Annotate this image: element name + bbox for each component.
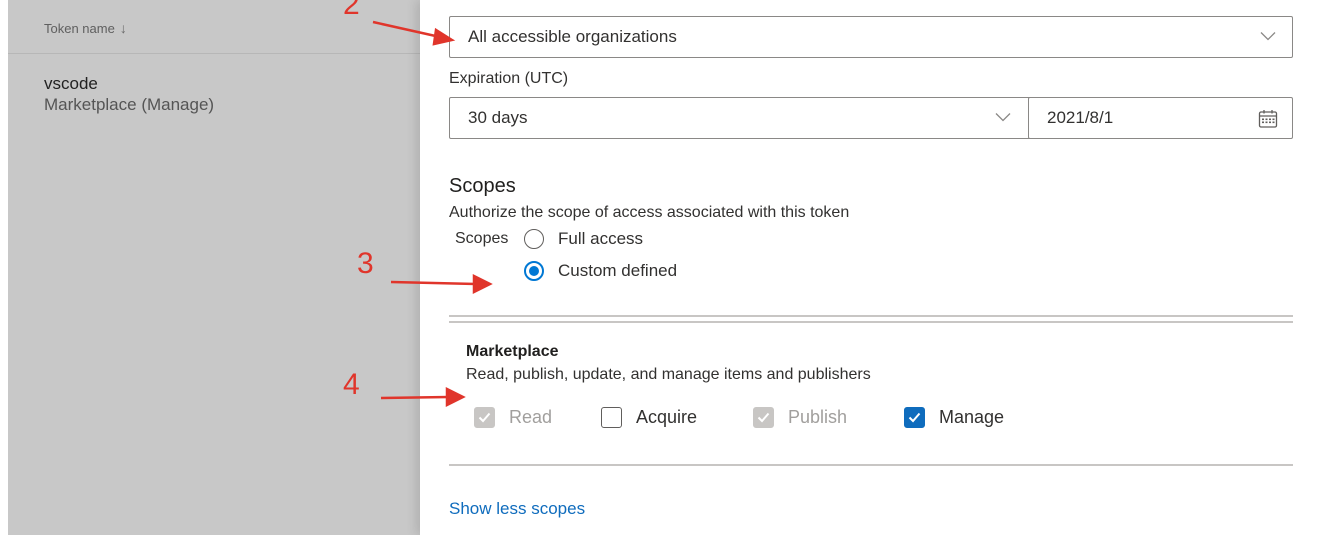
annotation-step-2: 2 — [343, 0, 360, 21]
column-header-label: Token name — [44, 21, 115, 36]
checkbox-publish: Publish — [753, 407, 847, 428]
edit-token-panel: All accessible organizations Expiration … — [420, 0, 1320, 535]
expiration-duration-value: 30 days — [468, 108, 528, 127]
left-edge — [0, 0, 8, 535]
expiration-label: Expiration (UTC) — [449, 70, 569, 87]
checkbox-read-label: Read — [509, 407, 553, 427]
checkbox-checked-icon[interactable] — [904, 407, 925, 428]
chevron-down-icon — [1260, 32, 1276, 41]
calendar-icon[interactable] — [1258, 109, 1278, 129]
radio-unselected-icon[interactable] — [524, 229, 544, 249]
radio-selected-icon[interactable] — [524, 261, 544, 281]
show-less-scopes-link[interactable]: Show less scopes — [449, 499, 585, 519]
scopes-description: Authorize the scope of access associated… — [449, 204, 850, 221]
checkbox-unchecked-icon[interactable] — [601, 407, 622, 428]
checkbox-acquire-label: Acquire — [636, 407, 698, 427]
checkbox-manage[interactable]: Manage — [904, 407, 1004, 428]
scopes-title: Scopes — [449, 175, 516, 197]
expiration-date-field[interactable]: 2021/8/1 — [1028, 97, 1293, 139]
marketplace-scope-description: Read, publish, update, and manage items … — [466, 366, 871, 383]
checkbox-checked-disabled-icon — [474, 407, 495, 428]
organization-dropdown[interactable]: All accessible organizations — [449, 16, 1293, 58]
radio-full-access[interactable]: Full access — [524, 229, 643, 249]
radio-custom-defined[interactable]: Custom defined — [524, 261, 677, 281]
checkbox-read: Read — [474, 407, 552, 428]
scopes-group-label: Scopes — [455, 230, 509, 247]
section-divider-bottom — [449, 464, 1293, 466]
checkbox-checked-disabled-icon — [753, 407, 774, 428]
expiration-date-value: 2021/8/1 — [1047, 108, 1114, 127]
chevron-down-icon — [995, 113, 1011, 122]
checkbox-manage-label: Manage — [939, 407, 1005, 427]
marketplace-scope-title: Marketplace — [466, 343, 559, 360]
annotation-step-4: 4 — [343, 368, 360, 401]
token-row[interactable]: vscode Marketplace (Manage) — [44, 74, 214, 116]
token-name: vscode — [44, 74, 98, 93]
section-divider — [449, 315, 1293, 323]
checkbox-publish-label: Publish — [788, 407, 848, 427]
organization-value: All accessible organizations — [468, 27, 677, 46]
token-scope: Marketplace (Manage) — [44, 95, 215, 114]
expiration-duration-dropdown[interactable]: 30 days — [449, 97, 1034, 139]
radio-custom-defined-label: Custom defined — [558, 261, 678, 280]
checkbox-acquire[interactable]: Acquire — [601, 407, 697, 428]
arrow-down-icon: ↓ — [119, 20, 127, 36]
annotation-step-3: 3 — [357, 247, 374, 280]
radio-full-access-label: Full access — [558, 229, 644, 248]
